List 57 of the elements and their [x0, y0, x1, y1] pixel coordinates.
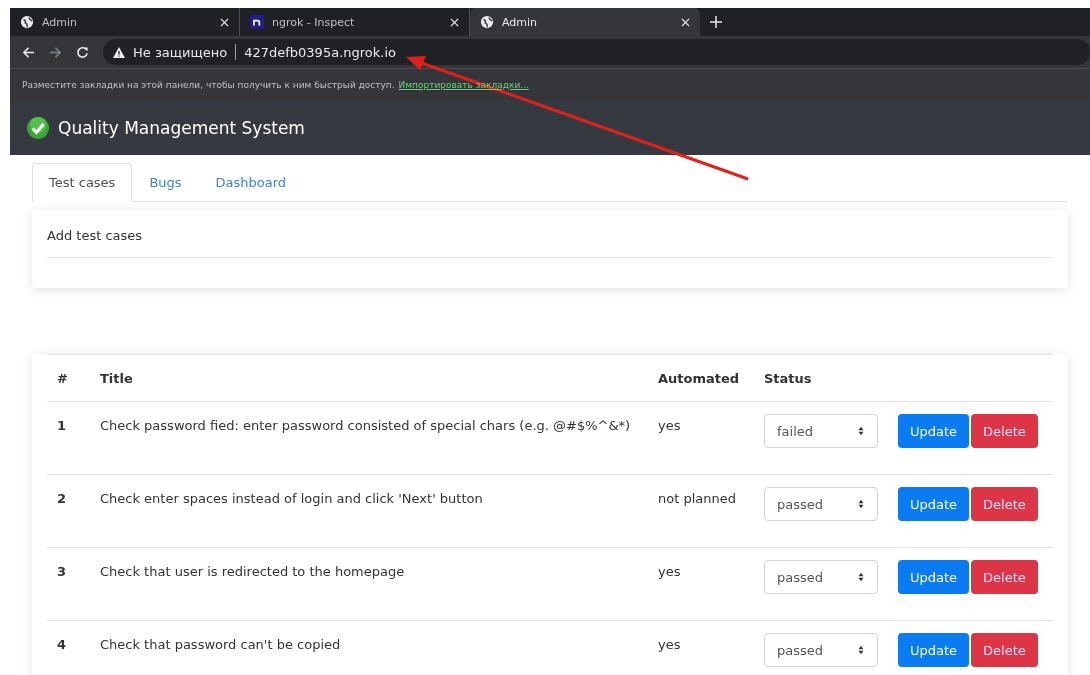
app-title: Quality Management System [58, 117, 305, 138]
checkmark-icon [26, 115, 50, 140]
browser-tab[interactable]: Admin [470, 8, 700, 36]
new-tab-icon[interactable] [710, 16, 722, 28]
table-cell: Check that password can't be copied [90, 620, 648, 675]
status-select[interactable]: passed [764, 560, 878, 594]
table-cell: yes [648, 620, 754, 675]
table-cell: 2 [47, 474, 90, 548]
address-bar[interactable]: Не защищено 427defb0395a.ngrok.io [103, 39, 1090, 65]
close-icon[interactable] [450, 17, 459, 27]
status-select[interactable]: passed [764, 633, 878, 667]
globe-icon [480, 15, 494, 29]
bookmarks-message: Разместите закладки на этой панели, чтобы получить к ним быстрый доступ. [22, 79, 395, 90]
close-icon[interactable] [220, 17, 229, 27]
column-header: # [47, 354, 90, 402]
table-cell: 4 [47, 620, 90, 675]
column-header: Automated [648, 354, 754, 402]
nav-tab[interactable]: Test cases [32, 163, 133, 202]
delete-button[interactable]: Delete [971, 487, 1038, 521]
delete-button[interactable]: Delete [971, 633, 1038, 667]
forward-icon[interactable] [49, 45, 62, 59]
update-button[interactable]: Update [898, 633, 970, 667]
table-cell: Check password fied: enter password consisted of special chars (e.g. @#$%^&*) [90, 401, 648, 475]
column-header: Status [754, 354, 888, 402]
table-cell: Check enter spaces instead of login and click 'Next' button [90, 474, 648, 548]
url-text: 427defb0395a.ngrok.io [244, 44, 396, 60]
delete-button[interactable]: Delete [971, 560, 1038, 594]
security-label: Не защищено [133, 44, 228, 60]
n-logo-icon [250, 15, 264, 29]
table-cell: 3 [47, 547, 90, 621]
table-cell: yes [648, 547, 754, 621]
reload-icon[interactable] [76, 45, 89, 59]
table-cell: 1 [47, 401, 90, 475]
tab-title: Admin [42, 15, 79, 29]
nav-tab[interactable]: Bugs [132, 163, 199, 202]
table-cell: yes [648, 401, 754, 475]
warning-icon [113, 46, 125, 58]
caret-icon [857, 645, 865, 655]
update-button[interactable]: Update [898, 560, 970, 594]
back-icon[interactable] [22, 45, 35, 59]
update-button[interactable]: Update [898, 487, 970, 521]
column-header: Title [90, 354, 648, 402]
tab-title: Admin [502, 15, 539, 29]
caret-icon [857, 499, 865, 509]
card-title: Add test cases [47, 228, 1053, 258]
close-icon[interactable] [681, 17, 690, 27]
caret-icon [857, 426, 865, 436]
status-select[interactable]: passed [764, 487, 878, 521]
status-select[interactable]: failed [764, 414, 878, 448]
update-button[interactable]: Update [898, 414, 970, 448]
table-cell: not planned [648, 474, 754, 548]
table-cell: Check that user is redirected to the homepage [90, 547, 648, 621]
nav-tab[interactable]: Dashboard [198, 163, 304, 202]
delete-button[interactable]: Delete [971, 414, 1038, 448]
globe-icon [20, 15, 34, 29]
tab-title: ngrok - Inspect [272, 15, 356, 29]
caret-icon [857, 572, 865, 582]
